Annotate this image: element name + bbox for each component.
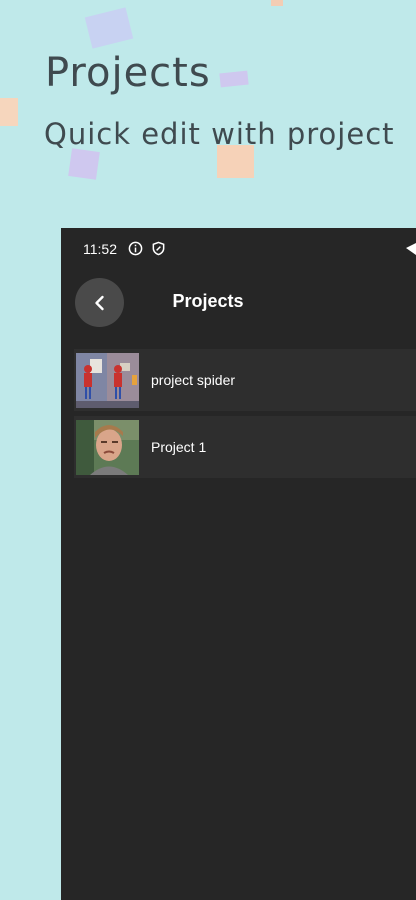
project-list: project spider Project 1	[74, 349, 416, 483]
shield-icon	[152, 241, 165, 256]
confetti-shape	[68, 148, 100, 180]
confetti-shape	[271, 0, 283, 6]
project-name: Project 1	[151, 439, 207, 455]
status-bar: 11:52	[61, 228, 416, 270]
confetti-shape	[219, 70, 249, 88]
confetti-shape	[84, 7, 134, 49]
status-time: 11:52	[83, 241, 117, 257]
project-thumbnail	[76, 419, 139, 475]
wifi-icon	[406, 243, 416, 255]
phone-screen: 11:52 Projects project spider Project 1	[61, 228, 416, 900]
confetti-shape	[0, 98, 18, 126]
info-icon	[128, 241, 143, 256]
hero-title: Projects	[45, 50, 211, 96]
project-thumbnail	[76, 352, 139, 408]
list-item-project-1[interactable]: Project 1	[74, 416, 416, 478]
project-name: project spider	[151, 372, 236, 388]
list-item-project-spider[interactable]: project spider	[74, 349, 416, 411]
hero-subtitle: Quick edit with project	[44, 117, 395, 151]
page-title: Projects	[172, 291, 244, 311]
